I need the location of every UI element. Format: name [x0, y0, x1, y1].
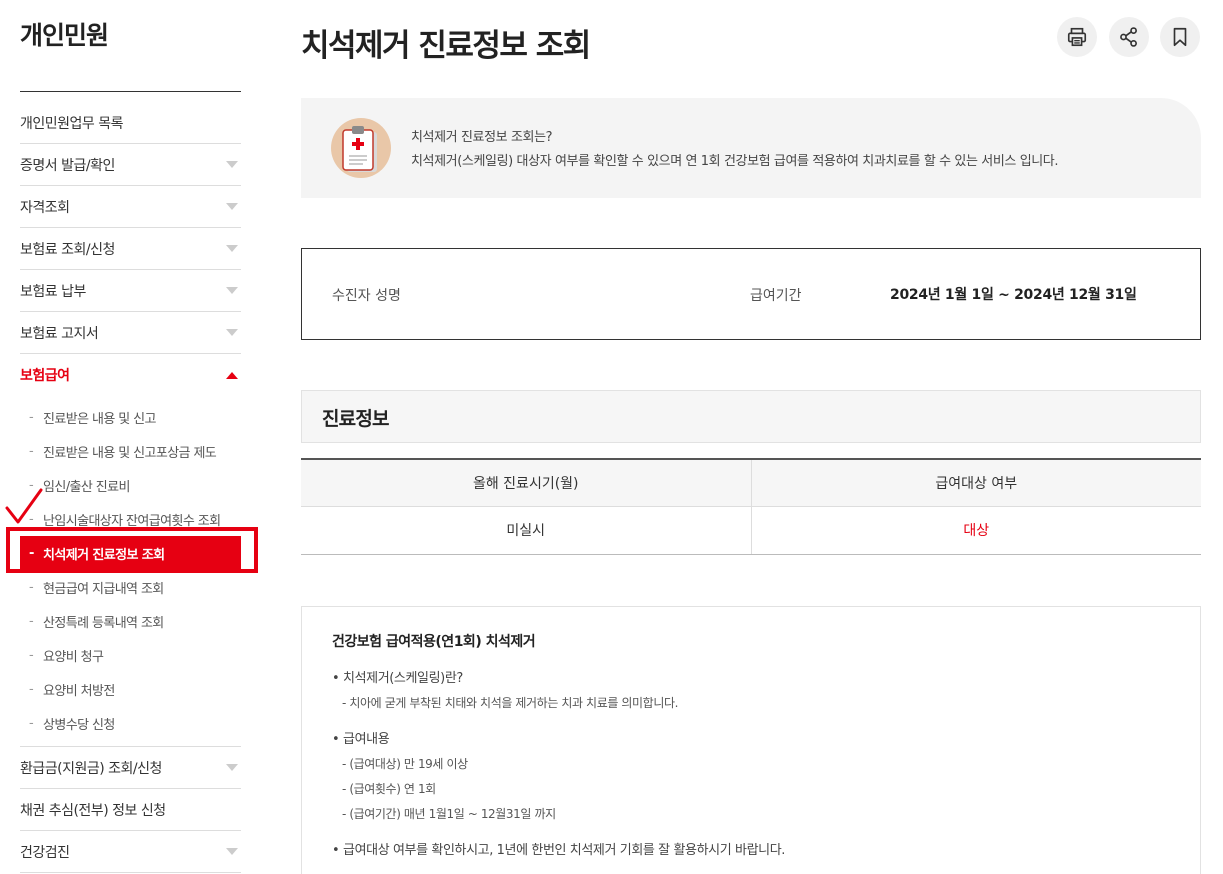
dash-marker: - [29, 477, 34, 493]
dash-marker: - [29, 511, 34, 527]
sidebar-item-label: 환급금(지원금) 조회/신청 [20, 760, 162, 777]
guide-title: 건강보험 급여적용(연1회) 치석제거 [332, 634, 536, 650]
sidebar-item-premium-inquiry[interactable]: 보험료 조회/신청 [20, 228, 241, 270]
sidebar-subitem-label: 난임시술대상자 잔여급여횟수 조회 [43, 513, 221, 529]
dash-marker: - [29, 613, 34, 629]
sidebar-subitem-label: 치석제거 진료정보 조회 [43, 547, 165, 563]
section-header: 진료정보 [301, 390, 1201, 443]
clipboard-icon [331, 118, 391, 178]
sidebar-item-insurance-benefit[interactable]: 보험급여 [20, 354, 241, 396]
benefit-period-label: 급여기간 [750, 288, 802, 304]
table-header: 올해 진료시기(월) [301, 459, 751, 507]
guide-box: 건강보험 급여적용(연1회) 치석제거 치석제거(스케일링)란? 치아에 굳게 … [301, 606, 1201, 874]
dash-marker: - [29, 545, 34, 561]
guide-subitem: (급여기간) 매년 1월1일 ~ 12월31일 까지 [332, 802, 1170, 827]
service-info-box: 치석제거 진료정보 조회는? 치석제거(스케일링) 대상자 여부를 확인할 수 … [301, 98, 1201, 198]
section-title: 진료정보 [322, 408, 390, 430]
sidebar-item-label: 자격조회 [20, 199, 70, 216]
sidebar-item-label: 보험급여 [20, 368, 70, 384]
sidebar-item-label: 보험료 조회/신청 [20, 241, 115, 258]
page-title: 치석제거 진료정보 조회 [301, 28, 591, 64]
dash-marker: - [29, 681, 34, 697]
sidebar-subitem-label: 현금급여 지급내역 조회 [43, 581, 164, 597]
info-description: 치석제거(스케일링) 대상자 여부를 확인할 수 있으며 연 1회 건강보험 급… [411, 154, 1059, 169]
treatment-info-table: 올해 진료시기(월) 급여대상 여부 미실시 대상 [301, 458, 1201, 555]
sidebar-item-list[interactable]: 개인민원업무 목록 [20, 103, 241, 144]
sidebar-item-label: 건강검진 [20, 844, 70, 861]
sidebar-subitem[interactable]: - 요양비 청구 [20, 638, 241, 672]
sidebar-subitem-current[interactable]: - 치석제거 진료정보 조회 [20, 536, 241, 570]
print-button[interactable] [1057, 17, 1097, 57]
share-button[interactable] [1109, 17, 1149, 57]
sidebar-subitem-label: 진료받은 내용 및 신고 [43, 411, 156, 427]
table-header-row: 올해 진료시기(월) 급여대상 여부 [301, 459, 1201, 507]
sidebar-subitem-label: 산정특례 등록내역 조회 [43, 615, 164, 631]
benefit-period-value: 2024년 1월 1일 ~ 2024년 12월 31일 [890, 287, 1137, 303]
sidebar-menu: 개인민원업무 목록 증명서 발급/확인 자격조회 보험료 조회/신청 보험료 납… [20, 103, 241, 873]
info-question: 치석제거 진료정보 조회는? [411, 130, 553, 145]
chevron-down-icon [226, 203, 238, 210]
guide-subitem: 치아에 굳게 부착된 치태와 치석을 제거하는 치과 치료를 의미합니다. [332, 691, 1170, 716]
patient-info-box: 수진자 성명 급여기간 2024년 1월 1일 ~ 2024년 12월 31일 [301, 248, 1201, 340]
sidebar-item-refund[interactable]: 환급금(지원금) 조회/신청 [20, 747, 241, 789]
chevron-down-icon [226, 245, 238, 252]
dash-marker: - [29, 409, 34, 425]
table-cell-eligibility: 대상 [750, 506, 1201, 555]
sidebar-subitem[interactable]: - 요양비 처방전 [20, 672, 241, 706]
sidebar-item-label: 보험료 고지서 [20, 325, 99, 342]
sidebar-subitem[interactable]: - 상병수당 신청 [20, 706, 241, 740]
dash-marker: - [29, 647, 34, 663]
sidebar-subitem-label: 진료받은 내용 및 신고포상금 제도 [43, 445, 217, 461]
sidebar-item-qualification[interactable]: 자격조회 [20, 186, 241, 228]
share-icon [1120, 27, 1137, 47]
table-row: 미실시 대상 [301, 506, 1201, 555]
patient-name-label: 수진자 성명 [332, 288, 401, 304]
sidebar-subitem[interactable]: - 현금급여 지급내역 조회 [20, 570, 241, 604]
guide-subitem: (급여대상) 만 19세 이상 [332, 752, 1170, 777]
table-header: 급여대상 여부 [750, 459, 1201, 507]
sidebar-title: 개인민원 [20, 21, 109, 50]
sidebar-item-certificate[interactable]: 증명서 발급/확인 [20, 144, 241, 186]
guide-subitem: (급여횟수) 연 1회 [332, 777, 1170, 802]
dash-marker: - [29, 443, 34, 459]
guide-bullet: 급여대상 여부를 확인하시고, 1년에 한번인 치석제거 기회를 잘 활용하시기… [332, 839, 1170, 863]
guide-bullet: 급여내용 [332, 728, 1170, 752]
dash-marker: - [29, 579, 34, 595]
sidebar-item-label: 채권 추심(전부) 정보 신청 [20, 802, 166, 819]
chevron-down-icon [226, 161, 238, 168]
sidebar-subitem[interactable]: - 임신/출산 진료비 [20, 468, 241, 502]
sidebar-item-premium-bill[interactable]: 보험료 고지서 [20, 312, 241, 354]
sidebar-subitem[interactable]: - 산정특례 등록내역 조회 [20, 604, 241, 638]
sidebar-submenu: - 진료받은 내용 및 신고 - 진료받은 내용 및 신고포상금 제도 - 임신/출산… [20, 396, 241, 747]
chevron-down-icon [226, 329, 238, 336]
dash-marker: - [29, 715, 34, 731]
guide-bullet: 치석제거(스케일링)란? [332, 667, 1170, 691]
table-cell-treatment-month: 미실시 [301, 506, 751, 555]
sidebar-item-debt-collection[interactable]: 채권 추심(전부) 정보 신청 [20, 789, 241, 831]
chevron-up-icon [226, 371, 238, 379]
chevron-down-icon [226, 848, 238, 855]
printer-icon [1067, 27, 1087, 47]
sidebar-item-premium-payment[interactable]: 보험료 납부 [20, 270, 241, 312]
bookmark-button[interactable] [1160, 17, 1200, 57]
sidebar-subitem-label: 요양비 청구 [43, 649, 104, 665]
sidebar-subitem-label: 임신/출산 진료비 [43, 479, 130, 495]
sidebar-divider [20, 91, 241, 92]
sidebar-subitem[interactable]: - 진료받은 내용 및 신고 [20, 400, 241, 434]
sidebar-subitem-label: 상병수당 신청 [43, 717, 115, 733]
sidebar-item-health-checkup[interactable]: 건강검진 [20, 831, 241, 873]
sidebar-item-label: 보험료 납부 [20, 283, 86, 300]
chevron-down-icon [226, 764, 238, 771]
sidebar-item-label: 증명서 발급/확인 [20, 157, 115, 174]
sidebar-subitem[interactable]: - 진료받은 내용 및 신고포상금 제도 [20, 434, 241, 468]
sidebar-subitem[interactable]: - 난임시술대상자 잔여급여횟수 조회 [20, 502, 241, 536]
sidebar-subitem-label: 요양비 처방전 [43, 683, 115, 699]
bookmark-icon [1173, 27, 1187, 47]
chevron-down-icon [226, 287, 238, 294]
sidebar-item-label: 개인민원업무 목록 [20, 116, 124, 132]
